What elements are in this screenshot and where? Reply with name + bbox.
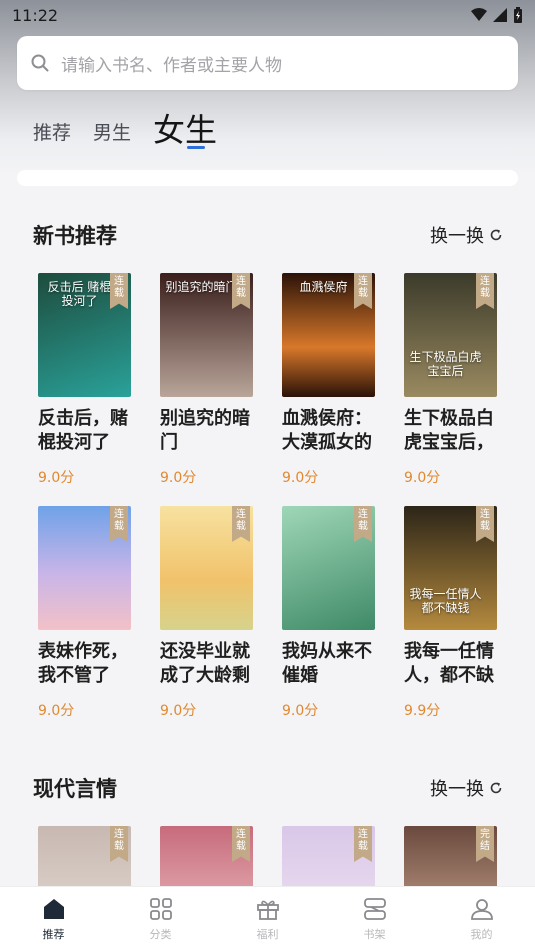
status-badge: 完结 [476,826,494,862]
book-cover[interactable]: 血溅侯府 连载 [282,273,375,397]
book-title[interactable]: 表妹作死，我不管了 [38,640,138,688]
status-badge: 连载 [476,506,494,542]
home-icon [43,899,64,919]
section-header-new-books: 新书推荐 换一换 [33,220,503,250]
battery-icon [514,7,522,23]
book-title[interactable]: 我每一任情人，都不缺 [404,640,504,688]
status-badge: 连载 [354,273,372,309]
book-cover[interactable]: 连载 [282,506,375,630]
section-header-modern-romance: 现代言情 换一换 [33,773,503,803]
refresh-icon [490,229,502,241]
book-title[interactable]: 血溅侯府：大漠孤女的 [282,407,382,455]
search-input[interactable]: 请输入书名、作者或主要人物 [61,51,282,76]
wifi-icon [471,8,487,21]
grid-icon [149,898,172,920]
nav-label: 福利 [256,928,279,941]
cover-text: 生下极品白虎宝宝后 [409,350,482,378]
book-cover[interactable]: 连载 [38,506,131,630]
nav-label: 分类 [149,928,172,941]
section-title: 现代言情 [33,777,117,801]
book-title[interactable]: 还没毕业就成了大龄剩 [160,640,260,688]
book-title[interactable]: 别追究的暗门 [160,407,260,455]
search-icon [31,54,49,72]
refresh-label: 换一换 [430,779,484,800]
status-time: 11:22 [12,5,59,25]
book-score: 9.0分 [160,703,197,719]
nav-label: 推荐 [42,928,65,941]
book-card[interactable]: 连载 表妹作死，我不管了 9.0分 [38,506,134,720]
book-card[interactable]: 连载 还没毕业就成了大龄剩 9.0分 [160,506,256,720]
book-score: 9.0分 [38,470,75,486]
nav-recommend[interactable]: 推荐 [0,887,107,951]
bookshelf-icon [363,898,386,920]
book-card[interactable]: 别追究的暗门 连载 别追究的暗门 9.0分 [160,273,256,487]
status-badge: 连载 [110,826,128,862]
book-title[interactable]: 生下极品白虎宝宝后， [404,407,504,455]
bottom-nav: 推荐 分类 福利 书架 我的 [0,886,535,951]
cover-text: 我每一任情人都不缺钱 [409,587,482,615]
nav-category[interactable]: 分类 [107,887,214,951]
search-bar[interactable]: 请输入书名、作者或主要人物 [17,36,518,90]
book-card[interactable]: 血溅侯府 连载 血溅侯府：大漠孤女的 9.0分 [282,273,378,487]
refresh-label: 换一换 [430,226,484,247]
book-score: 9.0分 [160,470,197,486]
book-score: 9.0分 [282,470,319,486]
book-score: 9.9分 [404,703,441,719]
refresh-button[interactable]: 换一换 [430,222,503,248]
section-title: 新书推荐 [33,224,117,248]
book-title[interactable]: 我妈从来不催婚 [282,640,382,688]
book-card[interactable]: 反击后 赌棍投河了 连载 反击后，赌棍投河了 9.0分 [38,273,134,487]
nav-profile[interactable]: 我的 [428,887,535,951]
signal-icon [493,8,507,22]
gift-icon [256,900,279,920]
book-score: 9.0分 [38,703,75,719]
tab-male[interactable]: 男生 [93,118,131,155]
refresh-button[interactable]: 换一换 [430,775,503,801]
status-icons [471,7,523,23]
book-title[interactable]: 反击后，赌棍投河了 [38,407,138,455]
nav-bookshelf[interactable]: 书架 [321,887,428,951]
status-bar: 11:22 [0,0,535,30]
book-cover[interactable]: 生下极品白虎宝宝后 连载 [404,273,497,397]
book-card[interactable]: 连载 我妈从来不催婚 9.0分 [282,506,378,720]
status-badge: 连载 [354,826,372,862]
status-badge: 连载 [232,273,250,309]
book-cover[interactable]: 我每一任情人都不缺钱 连载 [404,506,497,630]
tab-active-indicator [187,146,205,149]
book-card[interactable]: 我每一任情人都不缺钱 连载 我每一任情人，都不缺 9.9分 [404,506,500,720]
status-badge: 连载 [232,826,250,862]
status-badge: 连载 [354,506,372,542]
refresh-icon [490,782,502,794]
tab-recommend[interactable]: 推荐 [33,118,71,155]
book-card[interactable]: 生下极品白虎宝宝后 连载 生下极品白虎宝宝后， 9.0分 [404,273,500,487]
nav-label: 书架 [363,928,386,941]
status-badge: 连载 [110,506,128,542]
book-score: 9.0分 [282,703,319,719]
tab-female[interactable]: 女生 [153,105,217,155]
banner-strip [17,170,518,186]
profile-icon [470,899,493,920]
nav-welfare[interactable]: 福利 [214,887,321,951]
book-score: 9.0分 [404,470,441,486]
nav-label: 我的 [470,928,493,941]
status-badge: 连载 [232,506,250,542]
book-cover[interactable]: 连载 [160,506,253,630]
book-cover[interactable]: 反击后 赌棍投河了 连载 [38,273,131,397]
status-badge: 连载 [476,273,494,309]
book-cover[interactable]: 别追究的暗门 连载 [160,273,253,397]
